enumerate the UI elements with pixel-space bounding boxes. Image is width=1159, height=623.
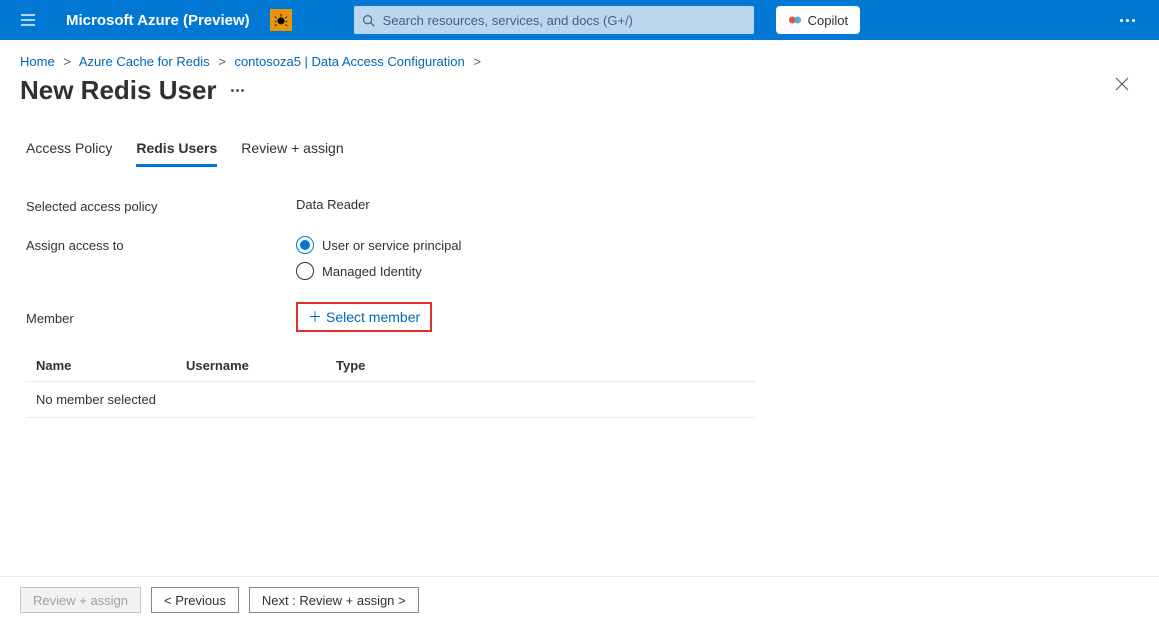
brand-title[interactable]: Microsoft Azure (Preview) [66,12,250,29]
table-row-empty: No member selected [26,382,756,418]
breadcrumb-resource[interactable]: contosoza5 | Data Access Configuration [234,54,464,69]
page-title-row: New Redis User [0,71,1159,134]
radio-label: User or service principal [322,238,461,253]
menu-icon[interactable] [8,0,48,40]
plus-icon: ＋ [308,310,322,324]
copilot-icon [788,13,802,27]
chevron-right-icon: > [473,54,481,69]
select-member-label: Select member [326,309,420,325]
next-button[interactable]: Next : Review + assign > [249,587,419,613]
members-table: Name Username Type No member selected [26,350,756,418]
col-header-username: Username [186,358,336,373]
previous-button[interactable]: < Previous [151,587,239,613]
search-input-wrapper[interactable] [354,6,754,34]
close-icon[interactable] [1115,77,1129,94]
overflow-icon[interactable] [1107,0,1147,40]
label-assign-access: Assign access to [26,236,296,280]
breadcrumb-home[interactable]: Home [20,54,55,69]
row-selected-policy: Selected access policy Data Reader [26,197,1133,214]
title-overflow-icon[interactable] [231,89,244,92]
label-selected-policy: Selected access policy [26,197,296,214]
radio-icon [296,236,314,254]
tab-access-policy[interactable]: Access Policy [26,134,112,167]
col-header-type: Type [336,358,746,373]
preview-bug-icon[interactable] [270,9,292,31]
radio-user-principal[interactable]: User or service principal [296,236,461,254]
breadcrumb-cache[interactable]: Azure Cache for Redis [79,54,210,69]
radio-managed-identity[interactable]: Managed Identity [296,262,461,280]
radio-label: Managed Identity [322,264,422,279]
search-icon [362,14,375,27]
chevron-right-icon: > [63,54,71,69]
select-member-button[interactable]: ＋ Select member [296,302,432,332]
breadcrumb: Home > Azure Cache for Redis > contosoza… [0,40,1159,71]
value-selected-policy: Data Reader [296,197,370,214]
form-area: Selected access policy Data Reader Assig… [0,167,1159,332]
chevron-right-icon: > [218,54,226,69]
review-assign-button: Review + assign [20,587,141,613]
label-member: Member [26,309,296,326]
copilot-button[interactable]: Copilot [776,6,860,34]
topbar: Microsoft Azure (Preview) Copilot [0,0,1159,40]
footer-bar: Review + assign < Previous Next : Review… [0,576,1159,623]
tab-strip: Access Policy Redis Users Review + assig… [0,134,1159,167]
radio-group-assign: User or service principal Managed Identi… [296,236,461,280]
radio-icon [296,262,314,280]
row-assign-access: Assign access to User or service princip… [26,236,1133,280]
page-title: New Redis User [20,75,217,106]
tab-redis-users[interactable]: Redis Users [136,134,217,167]
empty-state-text: No member selected [36,392,156,407]
copilot-label: Copilot [808,13,848,28]
tab-review-assign[interactable]: Review + assign [241,134,343,167]
search-input[interactable] [383,13,746,28]
table-header: Name Username Type [26,350,756,382]
row-member: Member ＋ Select member [26,302,1133,332]
col-header-name: Name [36,358,186,373]
